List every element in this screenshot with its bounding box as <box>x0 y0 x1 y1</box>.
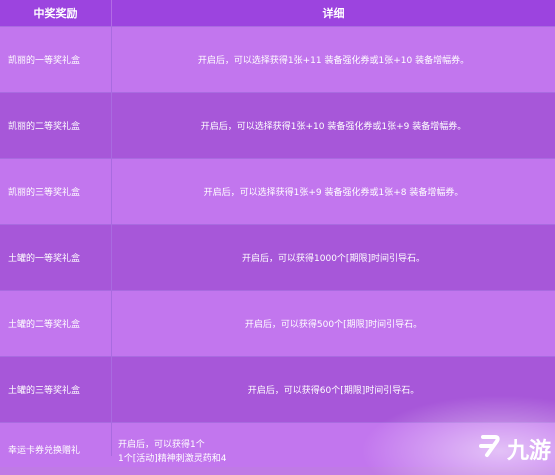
table-header: 中奖奖励 详细 <box>0 0 555 26</box>
reward-detail: 开启后，可以选择获得1张+9 装备强化券或1张+8 装备增幅券。 <box>203 188 464 198</box>
table-row: 土罐的二等奖礼盒 开启后，可以获得500个[期限]时间引导石。 <box>0 290 555 356</box>
reward-detail: 开启后，可以获得1000个[期限]时间引导石。 <box>242 254 425 264</box>
table-row: 凯丽的一等奖礼盒 开启后，可以选择获得1张+11 装备强化券或1张+10 装备增… <box>0 26 555 92</box>
header-reward: 中奖奖励 <box>0 0 112 26</box>
table-row: 凯丽的二等奖礼盒 开启后，可以选择获得1张+10 装备强化券或1张+9 装备增幅… <box>0 92 555 158</box>
watermark-text: 九游 <box>506 439 551 464</box>
reward-name: 凯丽的三等奖礼盒 <box>0 159 112 224</box>
reward-name: 土罐的一等奖礼盒 <box>0 225 112 290</box>
reward-detail: 开启后，可以选择获得1张+11 装备强化券或1张+10 装备增幅券。 <box>197 56 470 66</box>
reward-detail: 开启后，可以选择获得1张+10 装备强化券或1张+9 装备增幅券。 <box>200 122 467 132</box>
header-detail: 详细 <box>322 7 345 20</box>
reward-name: 土罐的二等奖礼盒 <box>0 291 112 356</box>
reward-name: 凯丽的一等奖礼盒 <box>0 27 112 92</box>
reward-detail-line: 1个[活动]精神刺激灵药和4 <box>118 454 227 464</box>
watermark-logo-icon <box>477 433 503 465</box>
reward-detail: 开启后，可以获得500个[期限]时间引导石。 <box>244 320 423 330</box>
reward-name: 土罐的三等奖礼盒 <box>0 357 112 422</box>
reward-name: 凯丽的二等奖礼盒 <box>0 93 112 158</box>
table-row: 凯丽的三等奖礼盒 开启后，可以选择获得1张+9 装备强化券或1张+8 装备增幅券… <box>0 158 555 224</box>
table-row: 土罐的一等奖礼盒 开启后，可以获得1000个[期限]时间引导石。 <box>0 224 555 290</box>
reward-detail-line: 开启后，可以获得1个 <box>118 440 205 450</box>
reward-name: 幸运卡券兑换赠礼 <box>0 423 112 456</box>
watermark: 九游 <box>477 433 551 465</box>
